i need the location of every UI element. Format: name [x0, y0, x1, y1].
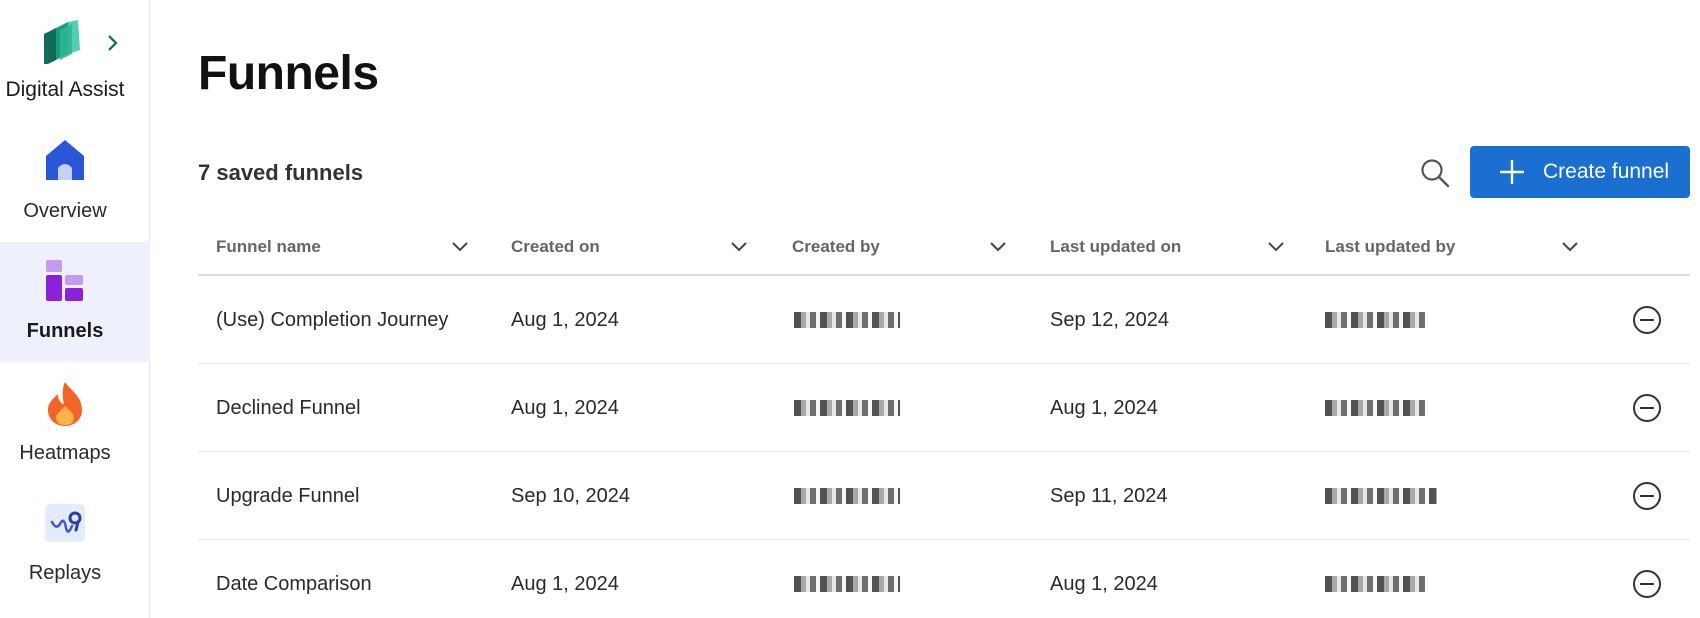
- created-on-cell: Aug 1, 2024: [511, 572, 619, 595]
- digital-assist-logo-icon: [44, 20, 80, 64]
- column-header-created-by[interactable]: Created by: [792, 218, 1022, 276]
- brand-switcher[interactable]: Digital Assist: [0, 0, 150, 118]
- funnel-name-cell[interactable]: Declined Funnel: [216, 364, 361, 452]
- redacted-name: [1325, 576, 1425, 592]
- column-label: Last updated on: [1050, 237, 1182, 256]
- redacted-name: [1325, 312, 1425, 328]
- funnel-name-cell[interactable]: Upgrade Funnel: [216, 452, 359, 540]
- created-on-cell: Aug 1, 2024: [511, 308, 619, 331]
- chevron-down-icon: [1562, 242, 1578, 252]
- funnel-name-cell[interactable]: (Use) Completion Journey: [216, 276, 448, 364]
- funnels-table: Funnel name Created on Created by Last u…: [198, 218, 1690, 618]
- last-updated-by-cell: [1325, 452, 1437, 540]
- chevron-right-icon[interactable]: [106, 34, 120, 52]
- last-updated-by-cell: [1325, 540, 1425, 618]
- created-by-cell: [794, 540, 900, 618]
- last-updated-on-cell: Aug 1, 2024: [1050, 572, 1158, 595]
- nav-item-heatmaps[interactable]: Heatmaps: [0, 364, 150, 484]
- nav-item-overview[interactable]: Overview: [0, 122, 150, 242]
- chevron-down-icon: [1268, 242, 1284, 252]
- nav-item-funnels[interactable]: Funnels: [0, 242, 150, 362]
- redacted-name: [794, 576, 900, 592]
- page-title: Funnels: [198, 47, 379, 100]
- column-header-created-on[interactable]: Created on: [511, 218, 761, 276]
- column-label: Created by: [792, 237, 880, 256]
- nav-label-heatmaps: Heatmaps: [19, 442, 111, 464]
- created-by-cell: [794, 276, 900, 364]
- chevron-down-icon: [731, 242, 747, 252]
- remove-circle-icon[interactable]: [1632, 305, 1662, 335]
- last-updated-by-cell: [1325, 364, 1425, 452]
- redacted-name: [794, 488, 900, 504]
- last-updated-on-cell: Sep 11, 2024: [1050, 484, 1168, 507]
- redacted-name: [1325, 400, 1425, 416]
- created-on-cell: Aug 1, 2024: [511, 396, 619, 419]
- column-label: Created on: [511, 237, 600, 256]
- saved-funnels-count: 7 saved funnels: [198, 160, 364, 185]
- funnel-name-cell[interactable]: Date Comparison: [216, 540, 372, 618]
- create-funnel-button[interactable]: Create funnel: [1470, 146, 1690, 198]
- column-header-last-updated-on[interactable]: Last updated on: [1050, 218, 1300, 276]
- last-updated-on-cell: Sep 12, 2024: [1050, 308, 1169, 331]
- column-label: Funnel name: [216, 237, 321, 256]
- remove-circle-icon[interactable]: [1632, 569, 1662, 599]
- last-updated-on-cell: Aug 1, 2024: [1050, 396, 1158, 419]
- last-updated-by-cell: [1325, 276, 1425, 364]
- remove-circle-icon[interactable]: [1632, 481, 1662, 511]
- flame-icon: [48, 382, 82, 426]
- search-icon[interactable]: [1418, 156, 1452, 190]
- create-funnel-label: Create funnel: [1543, 160, 1670, 183]
- redacted-name: [794, 400, 900, 416]
- column-label: Last updated by: [1325, 237, 1456, 256]
- sidebar: Digital Assist Overview Funnels Heatmaps: [0, 0, 150, 618]
- chevron-down-icon: [990, 242, 1006, 252]
- plus-icon: [1500, 160, 1524, 184]
- created-by-cell: [794, 452, 900, 540]
- nav-label-funnels: Funnels: [26, 320, 104, 342]
- funnel-chart-icon: [46, 260, 83, 301]
- nav-item-replays[interactable]: Replays: [0, 484, 150, 604]
- nav-label-overview: Overview: [23, 200, 107, 222]
- redacted-name: [794, 312, 900, 328]
- brand-label: Digital Assist: [5, 78, 125, 101]
- column-header-last-updated-by[interactable]: Last updated by: [1325, 218, 1585, 276]
- chevron-down-icon: [452, 242, 468, 252]
- nav-label-replays: Replays: [28, 562, 102, 584]
- table-row[interactable]: (Use) Completion Journey Aug 1, 2024 Sep…: [198, 276, 1690, 364]
- redacted-name: [1325, 488, 1437, 504]
- table-row[interactable]: Declined Funnel Aug 1, 2024 Aug 1, 2024: [198, 364, 1690, 452]
- replay-path-icon: [45, 504, 85, 542]
- home-icon: [46, 140, 84, 180]
- remove-circle-icon[interactable]: [1632, 393, 1662, 423]
- table-row[interactable]: Date Comparison Aug 1, 2024 Aug 1, 2024: [198, 540, 1690, 618]
- created-by-cell: [794, 364, 900, 452]
- table-header: Funnel name Created on Created by Last u…: [198, 218, 1690, 276]
- created-on-cell: Sep 10, 2024: [511, 484, 630, 507]
- table-row[interactable]: Upgrade Funnel Sep 10, 2024 Sep 11, 2024: [198, 452, 1690, 540]
- column-header-funnel-name[interactable]: Funnel name: [216, 218, 486, 276]
